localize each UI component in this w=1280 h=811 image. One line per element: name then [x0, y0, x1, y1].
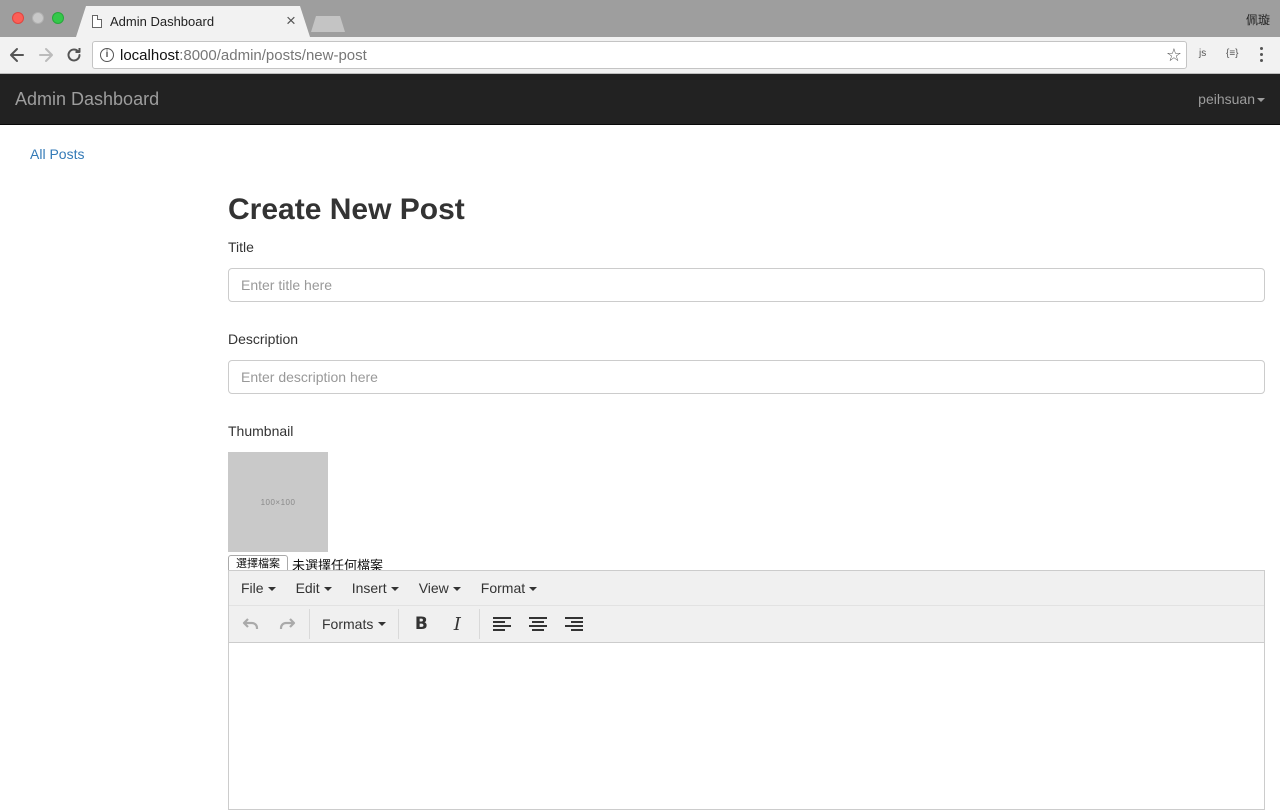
align-right-icon: [565, 617, 584, 631]
bold-button[interactable]: B: [403, 609, 439, 639]
align-left-icon: [493, 617, 512, 631]
toolbar-separator: [479, 609, 481, 639]
user-menu-dropdown[interactable]: peihsuan: [1198, 91, 1265, 107]
align-center-button[interactable]: [520, 609, 556, 639]
page-title: Create New Post: [228, 193, 465, 226]
description-input[interactable]: [228, 360, 1265, 394]
thumbnail-preview: 100×100: [228, 452, 328, 552]
back-arrow-icon[interactable]: [7, 45, 27, 65]
window-maximize-button[interactable]: [52, 12, 64, 24]
address-bar[interactable]: i localhost:8000/admin/posts/new-post ☆: [92, 41, 1187, 69]
menu-edit[interactable]: Edit: [288, 580, 340, 596]
browser-menu-icon[interactable]: [1256, 45, 1266, 65]
menu-format[interactable]: Format: [473, 580, 545, 596]
formats-dropdown[interactable]: Formats: [314, 609, 394, 639]
app-navbar: Admin Dashboard peihsuan: [0, 74, 1280, 125]
menu-view[interactable]: View: [411, 580, 469, 596]
italic-button[interactable]: I: [439, 609, 475, 639]
editor-menubar: File Edit Insert View Format: [229, 571, 1264, 606]
site-info-icon[interactable]: i: [100, 48, 114, 62]
caret-down-icon: [378, 622, 387, 626]
title-input[interactable]: [228, 268, 1265, 302]
toolbar-separator: [309, 609, 310, 639]
align-right-button[interactable]: [556, 609, 592, 639]
browser-toolbar: i localhost:8000/admin/posts/new-post ☆ …: [0, 37, 1280, 74]
menu-format-label: Format: [480, 580, 526, 596]
bold-icon: B: [414, 614, 428, 634]
italic-icon: I: [453, 613, 461, 635]
align-left-button[interactable]: [484, 609, 520, 639]
redo-icon: [279, 618, 296, 630]
window-minimize-button[interactable]: [32, 12, 44, 24]
align-center-icon: [529, 617, 548, 631]
menu-file[interactable]: File: [233, 580, 284, 596]
all-posts-link[interactable]: All Posts: [30, 146, 84, 162]
create-post-form: Create New Post Title Description Thumbn…: [228, 190, 1265, 574]
url-path: :8000/admin/posts/new-post: [179, 47, 367, 64]
tab-close-icon[interactable]: ×: [286, 12, 296, 29]
title-label: Title: [228, 239, 254, 255]
description-label: Description: [228, 331, 299, 347]
forward-arrow-icon[interactable]: [36, 45, 56, 65]
menu-insert-label: Insert: [351, 580, 387, 596]
url-text[interactable]: localhost:8000/admin/posts/new-post: [120, 47, 367, 64]
browser-tab-strip: Admin Dashboard × 佩璇: [0, 0, 1280, 37]
caret-down-icon: [1257, 98, 1265, 103]
window-close-button[interactable]: [12, 12, 24, 24]
browser-tab-active[interactable]: Admin Dashboard ×: [76, 6, 310, 37]
tab-title: Admin Dashboard: [110, 14, 215, 29]
thumbnail-label: Thumbnail: [228, 423, 294, 439]
undo-button[interactable]: [233, 609, 269, 639]
editor-content-area[interactable]: [229, 643, 1264, 811]
bookmark-star-icon[interactable]: ☆: [1166, 45, 1182, 65]
formats-label: Formats: [322, 616, 374, 632]
new-tab-button[interactable]: [311, 16, 345, 32]
rich-text-editor: File Edit Insert View Format Formats B I: [228, 570, 1265, 810]
page-icon: [92, 15, 102, 28]
menu-insert[interactable]: Insert: [344, 580, 407, 596]
caret-down-icon: [452, 587, 461, 592]
extension-json-icon[interactable]: {≡}: [1226, 48, 1239, 59]
menu-view-label: View: [418, 580, 449, 596]
undo-icon: [242, 618, 259, 630]
toolbar-separator: [398, 609, 400, 639]
caret-down-icon: [323, 587, 332, 592]
caret-down-icon: [529, 587, 538, 592]
thumbnail-placeholder-text: 100×100: [260, 497, 296, 507]
caret-down-icon: [390, 587, 399, 592]
caret-down-icon: [267, 587, 276, 592]
url-host: localhost: [120, 47, 180, 64]
menu-edit-label: Edit: [295, 580, 320, 596]
reload-icon[interactable]: [64, 45, 84, 65]
user-name: peihsuan: [1198, 91, 1255, 107]
extension-js-icon[interactable]: js: [1199, 48, 1206, 59]
browser-profile-name[interactable]: 佩璇: [1246, 11, 1270, 28]
editor-toolbar: Formats B I: [229, 606, 1264, 643]
menu-file-label: File: [241, 580, 264, 596]
navbar-brand[interactable]: Admin Dashboard: [15, 89, 159, 110]
redo-button[interactable]: [269, 609, 305, 639]
